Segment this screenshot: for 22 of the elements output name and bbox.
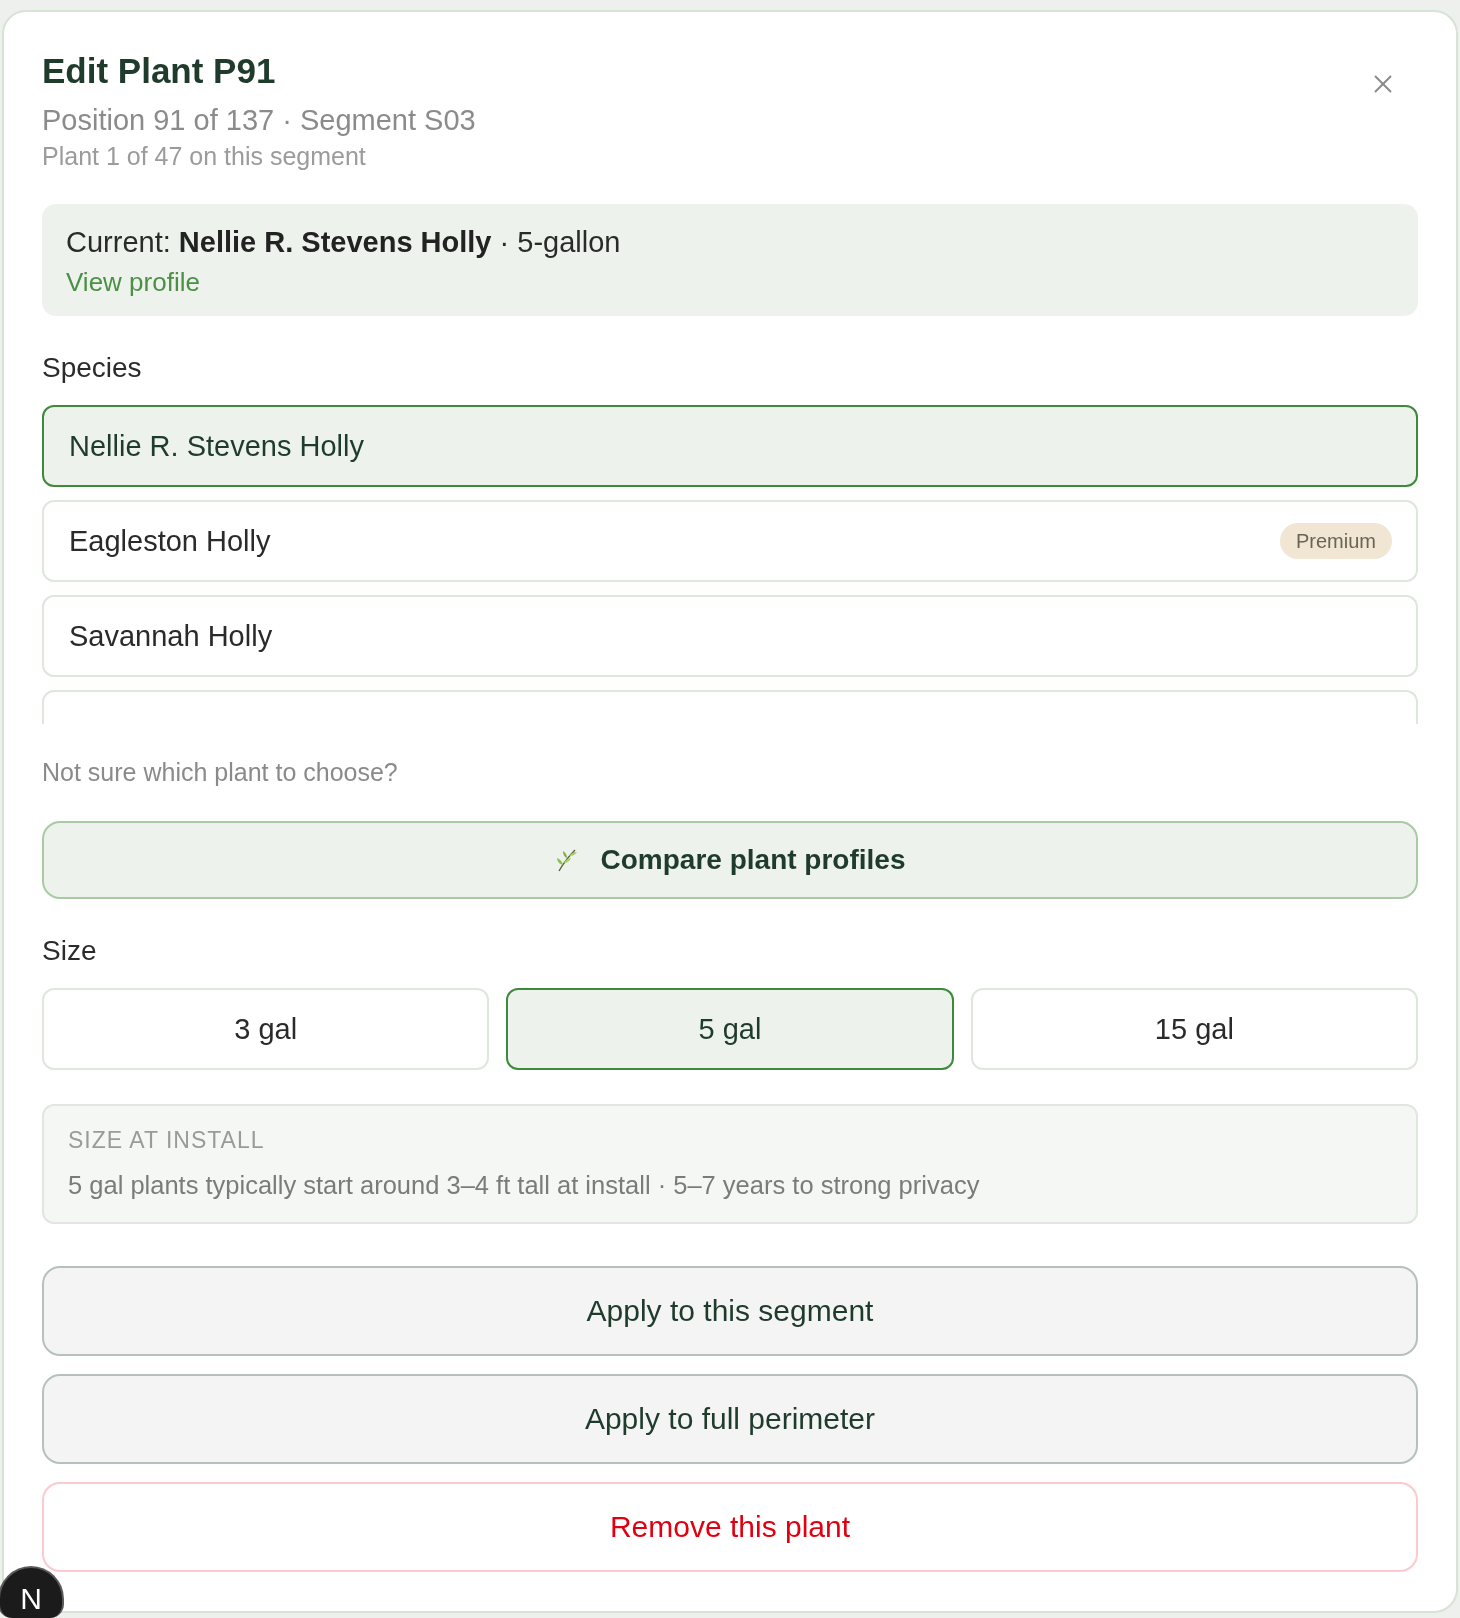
sprig-icon	[554, 848, 579, 872]
size-option[interactable]: 15 gal	[970, 988, 1418, 1070]
premium-badge: Premium	[1280, 523, 1392, 559]
size-info-heading: SIZE AT INSTALL	[68, 1126, 265, 1154]
dev-badge[interactable]: N	[0, 1566, 64, 1618]
dialog-title: Edit Plant P91	[42, 51, 276, 91]
size-info-text: 5 gal plants typically start around 3–4 ft tall at install · 5–7 years to strong privacy	[68, 1171, 980, 1199]
species-option[interactable]: Savannah Holly	[42, 595, 1418, 677]
apply-button[interactable]: Apply to this segment	[42, 1266, 1418, 1356]
apply-button[interactable]: Apply to full perimeter	[42, 1374, 1418, 1464]
compare-profiles-button[interactable]: Compare plant profiles	[42, 821, 1418, 899]
segment-note: Plant 1 of 47 on this segment	[42, 142, 366, 170]
species-option[interactable]: Nellie R. Stevens Holly	[42, 405, 1418, 487]
size-label: Size	[42, 935, 97, 967]
remove-button[interactable]: Remove this plant	[42, 1482, 1418, 1572]
dialog-subtitle: Position 91 of 137 · Segment S03	[42, 103, 476, 137]
species-option[interactable]: Eagleston Holly Premium	[42, 500, 1418, 582]
size-option[interactable]: 5 gal	[506, 988, 954, 1070]
help-text: Not sure which plant to choose?	[42, 758, 398, 786]
size-option[interactable]: 3 gal	[42, 988, 490, 1070]
current-plant-text: Current: Nellie R. Stevens Holly · 5-gallon	[66, 226, 621, 258]
species-label: Species	[42, 352, 142, 384]
